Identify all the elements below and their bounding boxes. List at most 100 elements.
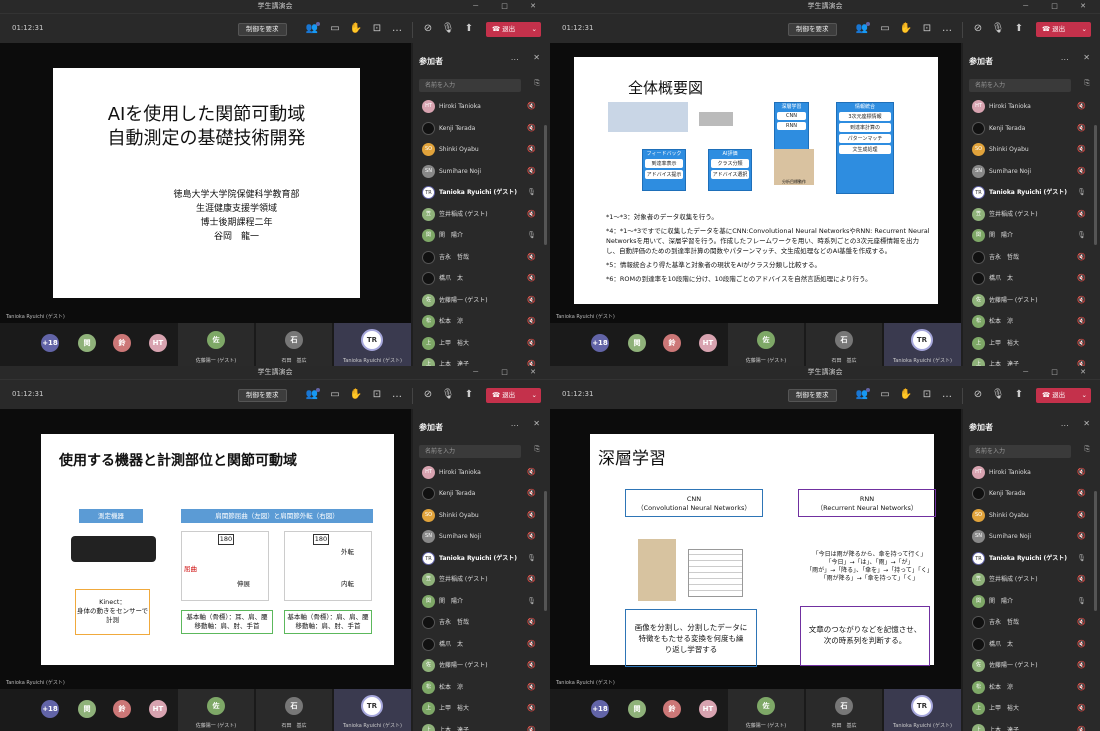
avatar[interactable]: HT: [699, 334, 717, 352]
mic-off-icon[interactable]: 🎙: [441, 22, 455, 36]
video-tile[interactable]: TR Tanioka Ryuichi (ゲスト): [334, 323, 411, 366]
participant-row[interactable]: 上上本 達子 🔇: [413, 720, 550, 731]
chevron-down-icon[interactable]: ⌄: [1082, 22, 1087, 37]
camera-off-icon[interactable]: ⊘: [971, 388, 985, 402]
participant-row[interactable]: 上上甲 裕大 🔇: [413, 698, 550, 720]
close-icon[interactable]: … ✕: [511, 419, 546, 428]
chat-icon[interactable]: ▭: [328, 388, 342, 402]
rooms-icon[interactable]: ⊡: [920, 22, 934, 36]
participant-row[interactable]: 上上甲 裕大 🔇: [963, 698, 1100, 720]
participant-row[interactable]: 上上甲 裕大 🔇: [963, 333, 1100, 355]
participants-icon[interactable]: 👥: [305, 387, 320, 402]
avatar[interactable]: 鈴: [663, 334, 681, 352]
mic-off-icon[interactable]: 🎙: [991, 22, 1005, 36]
rooms-icon[interactable]: ⊡: [370, 22, 384, 36]
window-controls[interactable]: － □ ✕: [472, 0, 546, 13]
participant-row[interactable]: 松松本 涼 🔇: [963, 311, 1100, 333]
participant-row[interactable]: 関関 陽介 🎙: [963, 591, 1100, 613]
participant-row[interactable]: Kenji Terada 🔇: [963, 118, 1100, 140]
search-input[interactable]: 名前を入力: [969, 444, 1071, 458]
window-controls[interactable]: － □ ✕: [1022, 366, 1096, 379]
video-tile[interactable]: 石 石田 基広: [806, 323, 882, 366]
close-icon[interactable]: … ✕: [1061, 419, 1096, 428]
raise-hand-icon[interactable]: ✋: [899, 388, 913, 402]
participant-row[interactable]: 橋爪 太 🔇: [413, 634, 550, 656]
camera-off-icon[interactable]: ⊘: [421, 22, 435, 36]
avatar[interactable]: 鈴: [663, 699, 681, 718]
share-icon[interactable]: ⬆: [462, 22, 476, 36]
window-controls[interactable]: － □ ✕: [472, 366, 546, 379]
scrollbar[interactable]: [544, 490, 547, 611]
chevron-down-icon[interactable]: ⌄: [532, 22, 537, 37]
participant-row[interactable]: 吉永 哲哉 🔇: [413, 247, 550, 269]
more-participants-badge[interactable]: +18: [591, 699, 609, 718]
more-icon[interactable]: …: [390, 22, 404, 36]
request-control-button[interactable]: 制御を要求: [788, 388, 837, 402]
request-control-button[interactable]: 制御を要求: [788, 23, 837, 36]
chevron-down-icon[interactable]: ⌄: [1082, 388, 1087, 403]
participant-row[interactable]: TR Tanioka Ryuichi (ゲスト) 🎙: [413, 548, 550, 570]
participant-row[interactable]: 関関 陽介 🎙: [413, 225, 550, 247]
participant-row[interactable]: TR Tanioka Ryuichi (ゲスト) 🎙: [963, 548, 1100, 570]
share-invite-icon[interactable]: ⎘: [534, 445, 540, 454]
camera-off-icon[interactable]: ⊘: [421, 388, 435, 402]
chevron-down-icon[interactable]: ⌄: [532, 388, 537, 403]
participant-row[interactable]: 吉永 哲哉 🔇: [963, 247, 1100, 269]
participant-row[interactable]: Kenji Terada 🔇: [413, 118, 550, 140]
close-icon[interactable]: … ✕: [511, 53, 546, 62]
participant-row[interactable]: 佐佐藤陽一 (ゲスト) 🔇: [413, 655, 550, 677]
scrollbar[interactable]: [1094, 125, 1097, 245]
participant-row[interactable]: 橋爪 太 🔇: [963, 634, 1100, 656]
share-invite-icon[interactable]: ⎘: [1084, 79, 1090, 88]
share-icon[interactable]: ⬆: [1012, 388, 1026, 402]
participant-row[interactable]: 吉永 哲哉 🔇: [413, 612, 550, 634]
more-participants-badge[interactable]: +18: [41, 334, 59, 352]
scrollbar[interactable]: [544, 125, 547, 245]
more-participants-badge[interactable]: +18: [41, 699, 59, 718]
leave-button[interactable]: ☎ 退出 ⌄: [1036, 22, 1091, 37]
avatar[interactable]: 鈴: [113, 699, 131, 718]
request-control-button[interactable]: 制御を要求: [238, 23, 287, 36]
participant-row[interactable]: 笠笠井稲成 (ゲスト) 🔇: [963, 569, 1100, 591]
video-tile[interactable]: 佐 佐藤陽一 (ゲスト): [178, 323, 254, 366]
participant-row[interactable]: SN Sumihare Noji 🔇: [413, 161, 550, 183]
participant-row[interactable]: 上上本 達子 🔇: [963, 720, 1100, 731]
share-invite-icon[interactable]: ⎘: [1084, 445, 1090, 454]
video-tile[interactable]: 佐 佐藤陽一 (ゲスト): [728, 323, 804, 366]
participant-row[interactable]: 関関 陽介 🎙: [413, 591, 550, 613]
avatar[interactable]: 関: [628, 334, 646, 352]
avatar[interactable]: 関: [78, 334, 96, 352]
camera-off-icon[interactable]: ⊘: [971, 22, 985, 36]
participant-row[interactable]: 笠笠井稲成 (ゲスト) 🔇: [413, 569, 550, 591]
more-participants-badge[interactable]: +18: [591, 334, 609, 352]
more-icon[interactable]: …: [940, 22, 954, 36]
raise-hand-icon[interactable]: ✋: [899, 22, 913, 36]
raise-hand-icon[interactable]: ✋: [349, 388, 363, 402]
search-input[interactable]: 名前を入力: [419, 79, 521, 92]
participant-row[interactable]: 橋爪 太 🔇: [963, 268, 1100, 290]
participant-row[interactable]: HT Hiroki Tanioka 🔇: [413, 96, 550, 118]
video-tile[interactable]: 石 石田 基広: [806, 688, 882, 731]
participant-row[interactable]: SO Shinki Oyabu 🔇: [413, 139, 550, 161]
video-tile[interactable]: 佐 佐藤陽一 (ゲスト): [178, 688, 254, 731]
more-icon[interactable]: …: [390, 388, 404, 402]
mic-off-icon[interactable]: 🎙: [991, 388, 1005, 402]
leave-button[interactable]: ☎ 退出 ⌄: [486, 387, 541, 403]
request-control-button[interactable]: 制御を要求: [238, 388, 287, 402]
share-icon[interactable]: ⬆: [1012, 22, 1026, 36]
participant-row[interactable]: 笠笠井稲成 (ゲスト) 🔇: [413, 204, 550, 226]
participant-row[interactable]: SO Shinki Oyabu 🔇: [963, 139, 1100, 161]
participant-row[interactable]: HT Hiroki Tanioka 🔇: [963, 462, 1100, 484]
participant-row[interactable]: 松松本 涼 🔇: [413, 311, 550, 333]
avatar[interactable]: 関: [78, 699, 96, 718]
participant-row[interactable]: Kenji Terada 🔇: [413, 483, 550, 505]
chat-icon[interactable]: ▭: [878, 388, 892, 402]
participant-row[interactable]: SO Shinki Oyabu 🔇: [963, 505, 1100, 527]
avatar[interactable]: 鈴: [113, 334, 131, 352]
video-tile[interactable]: TR Tanioka Ryuichi (ゲスト): [334, 688, 411, 731]
rooms-icon[interactable]: ⊡: [370, 388, 384, 402]
participant-row[interactable]: HT Hiroki Tanioka 🔇: [413, 462, 550, 484]
participant-row[interactable]: SN Sumihare Noji 🔇: [413, 526, 550, 548]
participant-row[interactable]: 佐佐藤陽一 (ゲスト) 🔇: [963, 290, 1100, 312]
close-icon[interactable]: … ✕: [1061, 53, 1096, 62]
